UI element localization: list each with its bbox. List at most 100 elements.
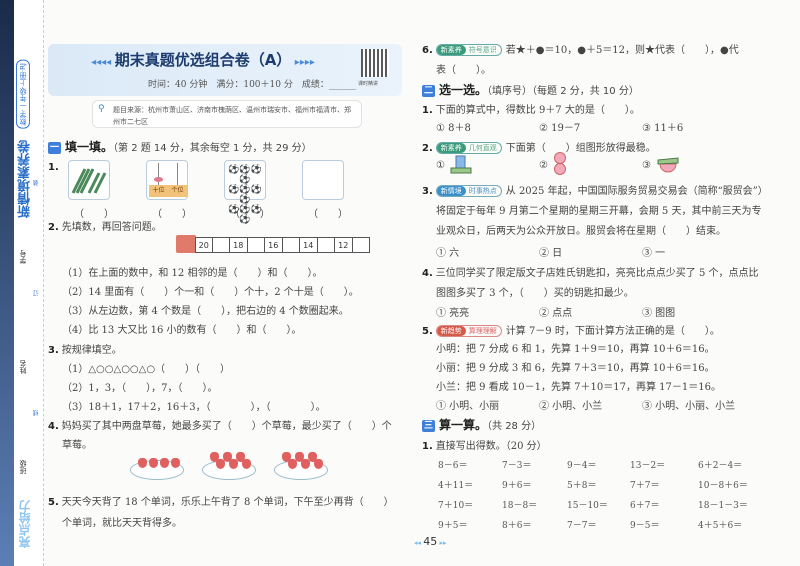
train-car[interactable]	[212, 237, 230, 253]
calc-problem[interactable]: 6＋7＝	[630, 498, 659, 511]
q5-text-cont: 个单词，就比天天背得多。	[62, 518, 182, 529]
option[interactable]: ② 小明、小兰	[539, 397, 602, 412]
binding-mark: 装	[33, 180, 40, 186]
strawberry-icon	[314, 459, 323, 469]
train-car[interactable]	[352, 237, 370, 253]
worksheet-page: ◂◂◂◂ 期末真题优选组合卷（A） ▸▸▸▸ 时间：40 分钟 满分：100＋1…	[44, 0, 800, 566]
option[interactable]: ① 小明、小丽	[436, 397, 499, 412]
answer-blank[interactable]: （ ）	[230, 205, 270, 220]
section-title: 填一填。	[65, 140, 114, 154]
number-train: 20 18 16 14 12	[195, 237, 370, 253]
s2-q4-line: 图图多买了 3 个，（ ）买的钥匙扣最少。	[436, 288, 634, 299]
option[interactable]: ① 六	[436, 244, 459, 259]
method-line: 小明：把 7 分成 6 和 1，先算 1＋9＝10，再算 10＋6＝16。	[436, 344, 715, 355]
option[interactable]: ②	[539, 160, 548, 171]
q3-sub-1: （1）△○○△○○△○（ ）（ ）	[62, 364, 231, 375]
binding-mark: 线	[33, 410, 40, 416]
exam-title: ◂◂◂◂ 期末真题优选组合卷（A） ▸▸▸▸	[91, 51, 315, 69]
soccer-balls-picture: ⚽⚽⚽⚽ ⚽⚽⚽⚽ ⚽⚽⚽⚽	[224, 160, 266, 225]
train-car: 12	[335, 237, 353, 253]
train-car[interactable]	[282, 237, 300, 253]
calc-problem[interactable]: 7－3＝	[502, 458, 531, 471]
strawberry-icon	[288, 459, 297, 469]
option[interactable]: ③ 一	[642, 244, 665, 259]
binding-sidebar: 数学·一年级·上册·RJ 新情境素养卷 学号 姓名 班级 亮点给力 装 订 线	[0, 0, 44, 566]
student-id-field[interactable]: 学号	[18, 250, 28, 264]
option[interactable]: ③ 11＋6	[642, 119, 683, 134]
tag-badge: 新情境 时事热点	[435, 185, 502, 197]
name-field[interactable]: 姓名	[18, 360, 28, 374]
method-line: 小丽：把 9 分成 3 和 6，先算 7＋3＝10，再算 10＋6＝16。	[436, 363, 715, 374]
calc-problem[interactable]: 13－2＝	[630, 458, 665, 471]
blank-picture[interactable]	[302, 160, 344, 200]
calc-problem[interactable]: 9－4＝	[567, 458, 596, 471]
option[interactable]: ③ 小明、小丽、小兰	[642, 397, 735, 412]
q3-sub-3: （3）18＋1，17＋2，16＋3，（ ），（ ）。	[62, 402, 326, 413]
source-text: 题目来源：杭州市萧山区、济南市槐荫区、温州市瑞安市、福州市福清市、郑州市二七区	[113, 106, 351, 126]
search-icon: ⚲	[98, 104, 105, 114]
calc-problem[interactable]: 8＋6＝	[502, 518, 531, 531]
qr-code-icon[interactable]	[361, 49, 389, 77]
option[interactable]: ③	[642, 160, 651, 171]
train-car: 20	[195, 237, 213, 253]
calc-problem[interactable]: 9＋6＝	[502, 478, 531, 491]
sidebar-strip	[0, 0, 14, 566]
q6-text-cont: 表（ ）。	[436, 65, 491, 76]
strawberry-icon	[149, 458, 158, 468]
calc-problem[interactable]: 18－8＝	[502, 498, 537, 511]
q2-sub-3: （3）从左边数，第 4 个数是（ ），把右边的 4 个数圈起来。	[62, 306, 349, 317]
tag-badge: 新素养 几何直观	[435, 142, 502, 154]
train-car: 14	[300, 237, 318, 253]
strawberry-icon	[160, 458, 169, 468]
calc-problem[interactable]: 9＋5＝	[438, 518, 467, 531]
section3-heading: 三算一算。（共 28 分）	[422, 418, 542, 432]
answer-blank[interactable]: （ ）	[308, 205, 348, 220]
cylinder-on-board-icon	[450, 155, 472, 178]
exam-info: 时间：40 分钟 满分：100＋10 分 成绩：______	[148, 80, 356, 90]
time-limit: 时间：40 分钟	[148, 80, 208, 90]
calc-problem[interactable]: 10－8＋6＝	[698, 478, 748, 491]
calc-problem[interactable]: 8－6＝	[438, 458, 467, 471]
binding-mark: 订	[33, 290, 40, 296]
q3-text: 3. 按规律填空。	[48, 345, 122, 356]
full-score: 满分：100＋10 分	[216, 80, 293, 90]
calc-problem[interactable]: 18－1－3＝	[698, 498, 748, 511]
calc-problem[interactable]: 15－10＝	[567, 498, 608, 511]
calc-problem[interactable]: 7－7＝	[567, 518, 596, 531]
option[interactable]: ③ 图图	[642, 304, 675, 319]
option[interactable]: ② 日	[539, 244, 562, 259]
calc-problem[interactable]: 7＋7＝	[630, 478, 659, 491]
section1-heading: 一填一填。（第 2 题 14 分，其余每空 1 分，共 29 分）	[48, 138, 312, 155]
tens-label: 十位	[152, 187, 165, 194]
calc-problem[interactable]: 9－5＝	[630, 518, 659, 531]
strawberry-icon	[216, 459, 225, 469]
s2-q3-text: 3. 新情境 时事热点从 2025 年起，中国国际服务贸易交易会（简称“服贸会”）	[422, 185, 768, 197]
option[interactable]: ① 亮亮	[436, 304, 469, 319]
train-car[interactable]	[317, 237, 335, 253]
s2-q4-text: 4. 三位同学买了限定版文子店姓氏钥匙扣，亮亮比点点少买了 5 个，点点比	[422, 268, 759, 279]
tag-badge: 新素养 符号意识	[435, 44, 502, 56]
brand-logo: 亮点给力	[18, 500, 32, 548]
calc-problem[interactable]: 5＋8＝	[567, 478, 596, 491]
train-car[interactable]	[247, 237, 265, 253]
tag-badge: 新趋势 算理理解	[435, 325, 502, 337]
q2-sub-1: （1）在上面的数中，和 12 相邻的是（ ）和（ ）。	[62, 268, 323, 279]
calc-problem[interactable]: 4＋11＝	[438, 478, 473, 491]
bundled-sticks-icon	[71, 168, 107, 194]
option[interactable]: ② 19－7	[539, 119, 580, 134]
strawberry-icon	[301, 459, 310, 469]
class-field[interactable]: 班级	[18, 460, 28, 474]
q2-sub-2: （2）14 里面有（ ）个一和（ ）个十，2 个十是（ ）。	[62, 287, 359, 298]
calc-problem[interactable]: 4＋5＋6＝	[698, 518, 742, 531]
calc-problem[interactable]: 7＋10＝	[438, 498, 473, 511]
option[interactable]: ① 8＋8	[436, 119, 471, 134]
option[interactable]: ①	[436, 160, 445, 171]
stacked-balls-icon	[553, 152, 567, 179]
strawberry-icon	[242, 459, 251, 469]
ones-label: 个位	[171, 187, 184, 194]
calc-problem[interactable]: 6＋2－4＝	[698, 458, 742, 471]
strawberry-icon	[229, 459, 238, 469]
s2-q3-line: 业观众日，后两天为公众开放日。服贸会将在星期（ ）结束。	[436, 226, 726, 237]
option[interactable]: ② 点点	[539, 304, 572, 319]
q2-sub-4: （4）比 13 大又比 16 小的数有（ ）和（ ）。	[62, 325, 302, 336]
